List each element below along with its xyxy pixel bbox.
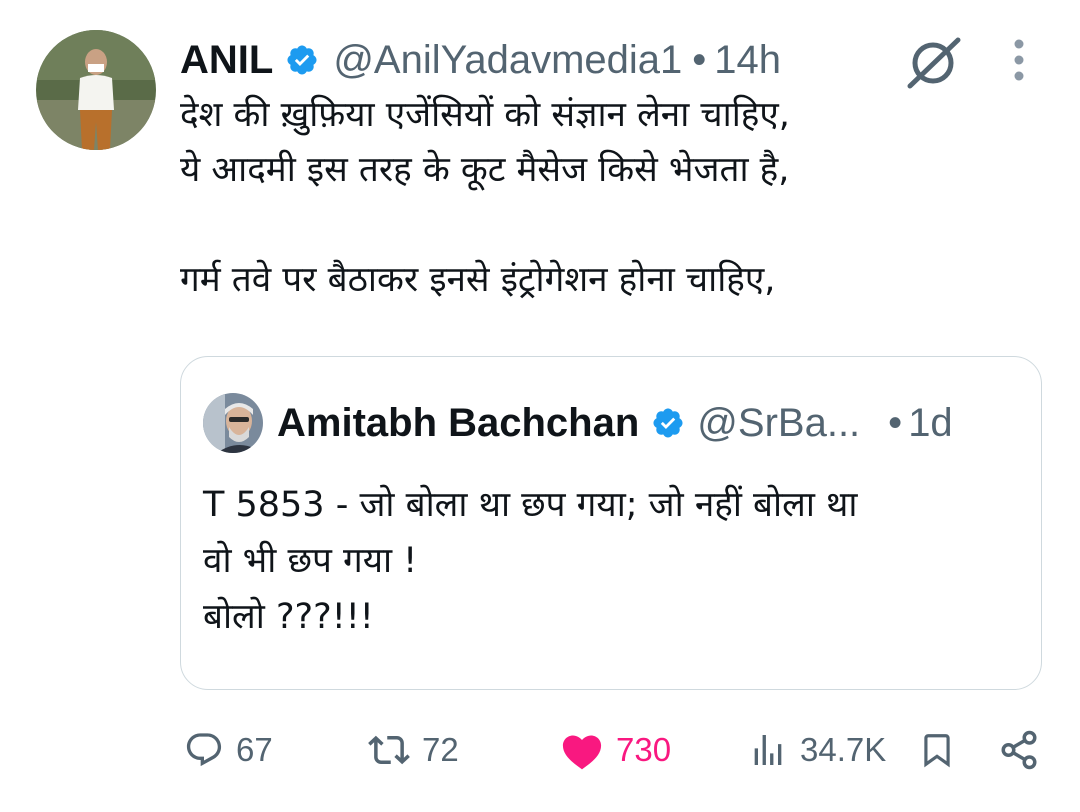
reply-icon [184,730,224,770]
header-separator: • [692,37,707,82]
quoted-tweet-card[interactable]: Amitabh Bachchan @SrBa... • 1d T 5853 - … [180,356,1042,690]
quoted-header-separator: • [888,400,903,445]
like-button[interactable]: 730 [560,724,671,776]
tweet[interactable]: ANIL @AnilYadavmedia1 • 14h देश की ख़ुफ़… [0,0,1080,812]
verified-badge-icon [285,43,319,77]
reply-button[interactable]: 67 [184,724,273,776]
quoted-author-avatar[interactable] [203,393,263,453]
repost-button[interactable]: 72 [368,724,459,776]
views-count: 34.7K [800,731,887,768]
views-button[interactable]: 34.7K [748,724,886,776]
quoted-tweet-header: Amitabh Bachchan @SrBa... • 1d [277,397,953,449]
quoted-tweet-text: T 5853 - जो बोला था छप गया; जो नहीं बोला… [203,477,1023,645]
heart-icon [560,730,604,770]
tweet-header: ANIL @AnilYadavmedia1 • 14h [180,34,781,86]
tweet-line: ये आदमी इस तरह के कूट मैसेज किसे भेजता ह… [180,150,790,190]
quoted-author-name[interactable]: Amitabh Bachchan [277,401,639,446]
views-icon [748,730,788,770]
tweet-text: देश की ख़ुफ़िया एजेंसियों को संज्ञान लेन… [180,88,1040,308]
author-handle[interactable]: @AnilYadavmedia1 [333,38,682,83]
reply-count: 67 [236,731,273,768]
share-icon [998,729,1040,771]
share-button[interactable] [998,724,1040,776]
author-name[interactable]: ANIL [180,38,273,83]
tweet-line: देश की ख़ुफ़िया एजेंसियों को संज्ञान लेन… [180,95,790,135]
quoted-tweet-line: वो भी छप गया ! [203,541,418,581]
bookmark-button[interactable] [918,724,956,776]
quoted-tweet-line: बोलो ???!!! [203,597,374,637]
grok-icon[interactable] [902,34,964,90]
quoted-author-handle[interactable]: @SrBa... [697,401,860,446]
more-vertical-icon[interactable] [1004,38,1034,82]
repost-icon [368,729,410,771]
tweet-line: गर्म तवे पर बैठाकर इनसे इंट्रोगेशन होना … [180,260,776,300]
quoted-tweet-line: T 5853 - जो बोला था छप गया; जो नहीं बोला… [203,485,858,525]
bookmark-icon [918,729,956,771]
like-count: 730 [616,731,672,768]
repost-count: 72 [422,731,459,768]
tweet-timestamp[interactable]: 14h [714,38,781,83]
quoted-tweet-timestamp[interactable]: 1d [908,401,953,446]
verified-badge-icon [651,406,685,440]
author-avatar[interactable] [36,30,156,150]
